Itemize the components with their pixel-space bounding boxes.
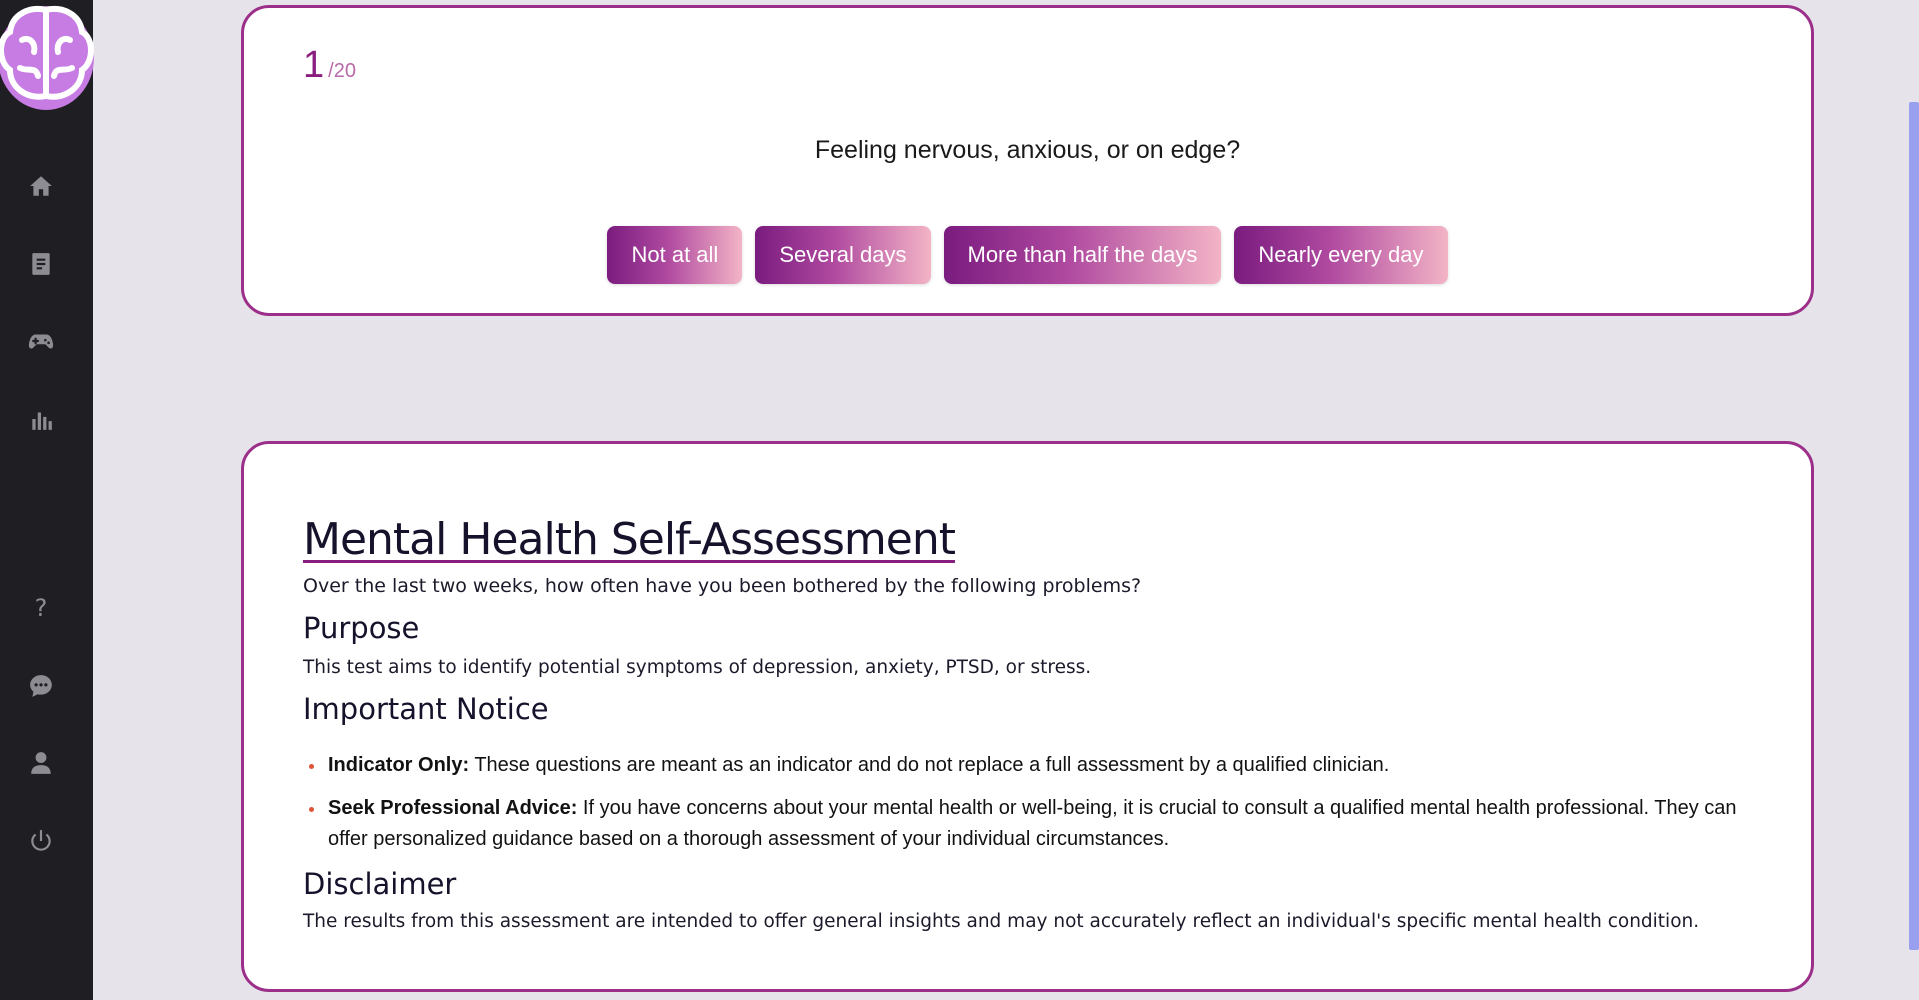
notice-label: Indicator Only: bbox=[328, 754, 470, 776]
list-item: Indicator Only: These questions are mean… bbox=[303, 750, 1751, 781]
document-icon[interactable] bbox=[24, 247, 58, 281]
gamepad-icon[interactable] bbox=[24, 324, 58, 358]
scrollbar-thumb[interactable] bbox=[1909, 102, 1919, 950]
question-counter: 1/20 bbox=[303, 44, 356, 87]
chat-icon[interactable] bbox=[24, 669, 58, 703]
answer-nearly-every-day-button[interactable]: Nearly every day bbox=[1234, 226, 1448, 284]
answer-not-at-all-button[interactable]: Not at all bbox=[607, 226, 743, 284]
help-icon[interactable]: ? bbox=[24, 591, 58, 625]
purpose-heading: Purpose bbox=[303, 611, 420, 645]
bar-chart-icon[interactable] bbox=[24, 402, 58, 436]
user-icon[interactable] bbox=[24, 746, 58, 780]
help-glyph: ? bbox=[34, 594, 48, 622]
answer-more-than-half-button[interactable]: More than half the days bbox=[943, 226, 1222, 284]
notice-list: Indicator Only: These questions are mean… bbox=[303, 750, 1751, 855]
answer-options: Not at all Several days More than half t… bbox=[244, 226, 1811, 284]
page-title: Mental Health Self-Assessment bbox=[303, 514, 956, 565]
question-card: 1/20 Feeling nervous, anxious, or on edg… bbox=[241, 5, 1814, 316]
assessment-subtitle: Over the last two weeks, how often have … bbox=[303, 575, 1142, 597]
notice-text: These questions are meant as an indicato… bbox=[469, 754, 1390, 776]
brain-logo-icon[interactable] bbox=[0, 0, 96, 110]
question-total: /20 bbox=[328, 60, 356, 82]
notice-heading: Important Notice bbox=[303, 692, 549, 726]
disclaimer-text: The results from this assessment are int… bbox=[303, 911, 1700, 932]
notice-label: Seek Professional Advice: bbox=[328, 797, 578, 819]
purpose-text: This test aims to identify potential sym… bbox=[303, 657, 1092, 678]
disclaimer-heading: Disclaimer bbox=[303, 867, 457, 901]
answer-several-days-button[interactable]: Several days bbox=[755, 226, 931, 284]
question-number: 1 bbox=[303, 44, 325, 86]
list-item: Seek Professional Advice: If you have co… bbox=[303, 793, 1751, 855]
question-text: Feeling nervous, anxious, or on edge? bbox=[814, 136, 1241, 164]
home-icon[interactable] bbox=[24, 169, 58, 203]
sidebar: ? bbox=[0, 0, 96, 1000]
power-icon[interactable] bbox=[24, 824, 58, 858]
info-card: Mental Health Self-Assessment Over the l… bbox=[241, 441, 1814, 992]
